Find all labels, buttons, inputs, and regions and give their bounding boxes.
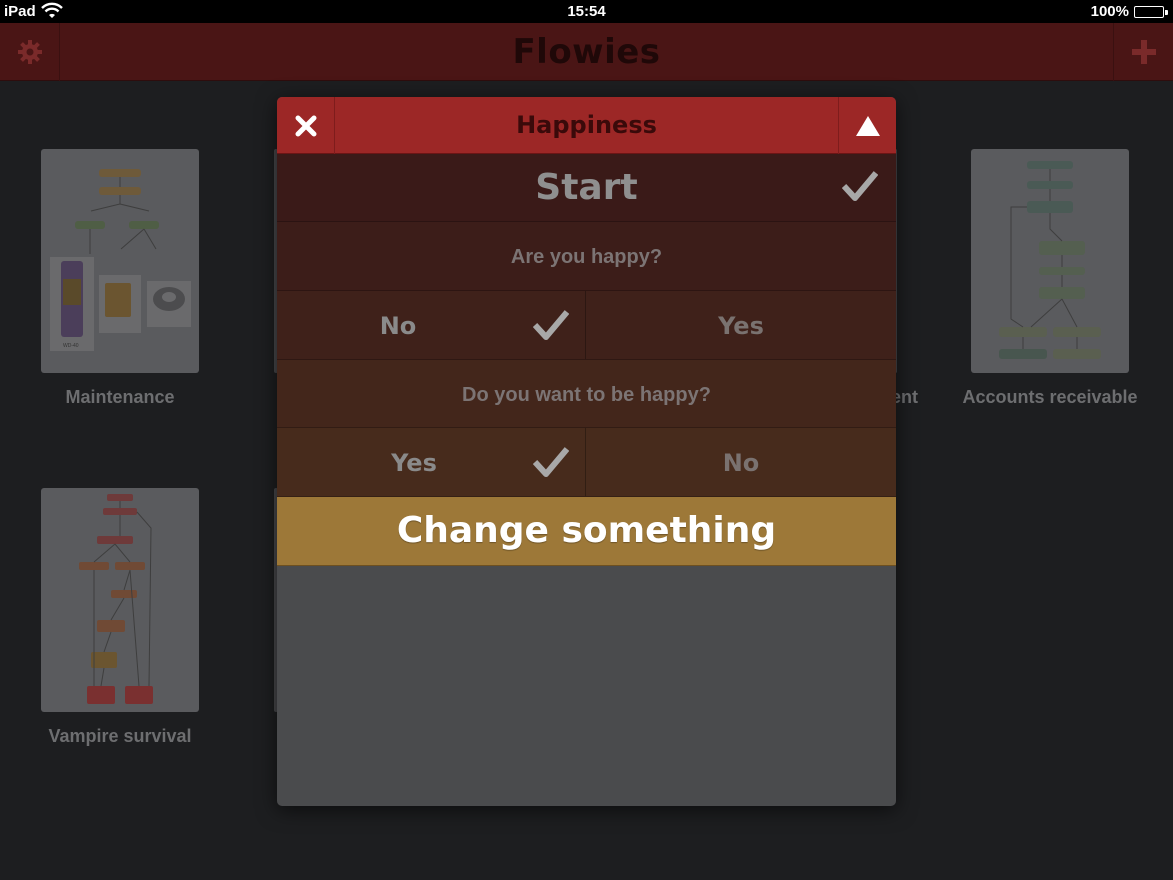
modal-title: Happiness	[516, 111, 657, 139]
nav-bar: Flowies	[0, 23, 1173, 81]
add-button[interactable]	[1113, 23, 1173, 81]
start-label: Start	[535, 167, 638, 208]
clock: 15:54	[567, 3, 606, 20]
plus-icon	[1131, 40, 1156, 64]
answer-label: Yes	[718, 312, 764, 340]
answer-label: No	[722, 449, 760, 477]
answer-label: Yes	[391, 449, 437, 477]
answer-row: Yes No	[277, 428, 896, 497]
answer-yes[interactable]: Yes	[277, 428, 586, 496]
answer-yes[interactable]: Yes	[586, 291, 896, 359]
collapse-button[interactable]	[838, 97, 896, 154]
question-row: Do you want to be happy?	[277, 360, 896, 428]
status-bar: iPad 15:54 100%	[0, 0, 1173, 23]
result-row[interactable]: Change something	[277, 497, 896, 566]
answer-no[interactable]: No	[277, 291, 586, 359]
result-label: Change something	[396, 510, 777, 551]
triangle-up-icon	[855, 115, 880, 136]
answer-no[interactable]: No	[586, 428, 896, 496]
check-icon	[533, 310, 569, 340]
flowchart-thumbnail	[999, 161, 1101, 359]
battery-icon	[1134, 6, 1168, 18]
question-row: Are you happy?	[277, 222, 896, 291]
card-label-maintenance: Maintenance	[65, 387, 175, 407]
check-icon	[842, 171, 878, 201]
question-text: Are you happy?	[510, 246, 663, 268]
card-label-accounts-receivable: Accounts receivable	[962, 387, 1138, 407]
flowchart-thumbnail	[50, 169, 191, 351]
check-icon	[533, 447, 569, 477]
card-label-vampire-survival: Vampire survival	[48, 726, 192, 746]
flowchart-card-vampire-survival[interactable]	[41, 488, 199, 712]
modal-header: Happiness	[277, 97, 896, 154]
answer-label: No	[379, 312, 417, 340]
answer-row: No Yes	[277, 291, 896, 360]
app-title: Flowies	[512, 32, 661, 72]
question-text: Do you want to be happy?	[462, 384, 711, 406]
flowchart-card-maintenance[interactable]: WD-40	[41, 149, 199, 373]
start-row[interactable]: Start	[277, 154, 896, 222]
flowchart-thumbnail	[79, 494, 153, 704]
flow-modal: Happiness Start Are you happy? No Yes Do…	[277, 97, 896, 806]
battery-percent: 100%	[1090, 3, 1129, 20]
flowchart-card-accounts-receivable[interactable]	[971, 149, 1129, 373]
thumbnail-label: WD-40	[63, 343, 79, 349]
